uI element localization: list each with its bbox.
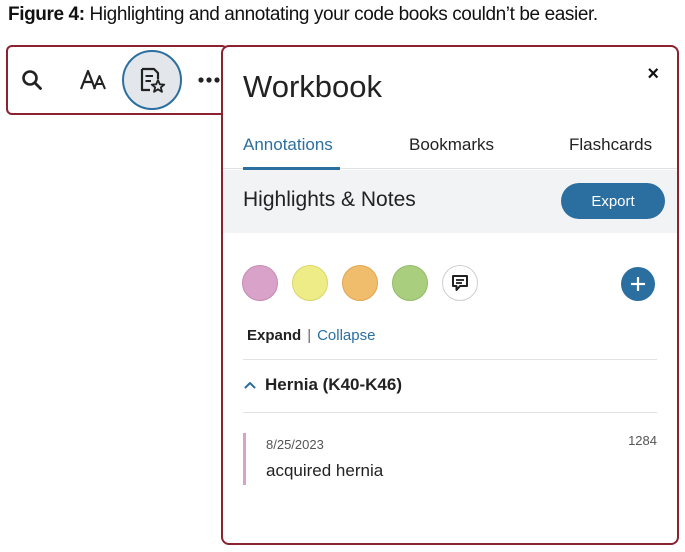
workbook-button[interactable] xyxy=(120,47,184,113)
figure-caption: Figure 4: Highlighting and annotating yo… xyxy=(8,4,598,26)
annotation-date: 8/25/2023 xyxy=(266,437,324,452)
tab-bar: Annotations Bookmarks Flashcards xyxy=(223,131,677,170)
section-title: Highlights & Notes xyxy=(243,188,416,211)
search-button[interactable] xyxy=(14,47,50,113)
highlight-green-button[interactable] xyxy=(392,265,428,301)
highlight-pink-button[interactable] xyxy=(242,265,278,301)
annotation-page-number: 1284 xyxy=(628,433,657,448)
annotation-group-toggle[interactable]: Hernia (K40-K46) xyxy=(243,373,402,397)
plus-icon xyxy=(631,277,645,291)
tab-bookmarks[interactable]: Bookmarks xyxy=(409,135,494,155)
font-size-icon xyxy=(79,69,106,90)
divider xyxy=(243,412,657,413)
workbook-active-ring xyxy=(122,50,182,110)
highlight-orange-button[interactable] xyxy=(342,265,378,301)
annotation-text: acquired hernia xyxy=(266,461,384,480)
collapse-link[interactable]: Collapse xyxy=(317,327,375,344)
export-button[interactable]: Export xyxy=(561,183,665,219)
note-icon xyxy=(452,275,468,291)
expand-link[interactable]: Expand xyxy=(247,327,301,344)
separator: | xyxy=(307,327,312,344)
section-header: Highlights & Notes Export xyxy=(223,170,677,233)
more-icon xyxy=(198,77,220,83)
workbook-icon xyxy=(140,67,166,93)
annotation-group-title: Hernia (K40-K46) xyxy=(265,375,402,394)
panel-title: Workbook xyxy=(243,69,382,104)
chevron-up-icon xyxy=(244,382,256,389)
reader-toolbar xyxy=(6,45,228,115)
add-button[interactable] xyxy=(621,267,655,301)
add-note-button[interactable] xyxy=(442,265,478,301)
font-size-button[interactable] xyxy=(72,47,116,113)
workbook-panel: Workbook × Annotations Bookmarks Flashca… xyxy=(221,45,679,545)
search-icon xyxy=(22,70,42,90)
tab-annotations[interactable]: Annotations xyxy=(243,135,333,155)
figure-text: Highlighting and annotating your code bo… xyxy=(89,4,599,25)
annotation-item[interactable]: 8/25/2023 1284 acquired hernia xyxy=(243,433,657,485)
close-icon[interactable]: × xyxy=(647,63,659,86)
expand-collapse-row: Expand | Collapse xyxy=(247,327,375,344)
figure-label: Figure 4: xyxy=(8,4,85,25)
highlight-yellow-button[interactable] xyxy=(292,265,328,301)
divider xyxy=(243,359,657,360)
tab-flashcards[interactable]: Flashcards xyxy=(569,135,652,155)
